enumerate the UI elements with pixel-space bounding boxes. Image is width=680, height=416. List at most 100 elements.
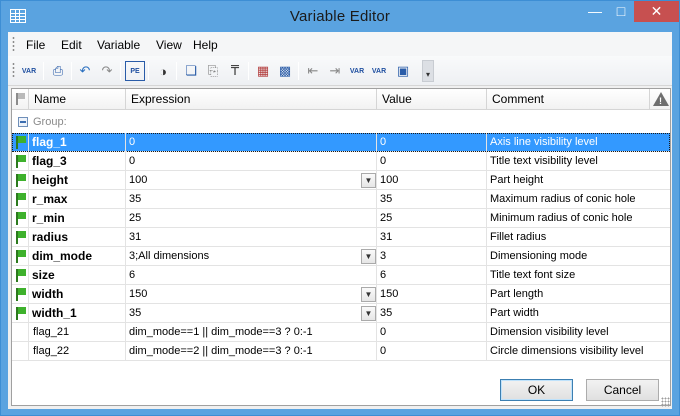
name-cell[interactable]: flag_21 [29, 323, 126, 342]
expression-cell[interactable]: dim_mode==2 || dim_mode==3 ? 0:-1 [126, 342, 377, 361]
name-cell[interactable]: height [29, 171, 126, 190]
title-bar[interactable]: Variable Editor — □ ✕ [1, 1, 679, 32]
value-cell[interactable]: 3 [377, 247, 487, 266]
menu-view[interactable]: View [156, 38, 182, 52]
group-row[interactable]: Group: [12, 111, 670, 133]
collapse-icon[interactable] [18, 117, 28, 127]
name-cell[interactable]: dim_mode [29, 247, 126, 266]
properties-icon[interactable]: PE [125, 61, 145, 81]
name-cell[interactable]: radius [29, 228, 126, 247]
comment-cell[interactable]: Dimension visibility level [487, 323, 670, 342]
row-flag-cell[interactable] [12, 266, 29, 285]
find-icon[interactable]: ◑ [153, 61, 173, 81]
table-row[interactable]: dim_mode 3;All dimensions 3 Dimensioning mo… [12, 247, 670, 266]
name-cell[interactable]: r_max [29, 190, 126, 209]
name-cell[interactable]: flag_3 [29, 152, 126, 171]
expression-cell[interactable]: 31 [126, 228, 377, 247]
row-flag-cell[interactable] [12, 323, 29, 342]
menu-help[interactable]: Help [193, 38, 218, 52]
row-flag-cell[interactable] [12, 209, 29, 228]
value-cell[interactable]: 35 [377, 304, 487, 323]
menubar-grip-icon[interactable] [12, 36, 15, 52]
header-comment[interactable]: Comment [487, 89, 650, 110]
value-cell[interactable]: 35 [377, 190, 487, 209]
cancel-button[interactable]: Cancel [586, 379, 659, 401]
name-cell[interactable]: size [29, 266, 126, 285]
move-up-icon[interactable]: ⇥ [325, 61, 345, 81]
expression-cell[interactable]: 150 [126, 285, 377, 304]
table-row[interactable]: flag_1 0 0 Axis line visibility level [12, 133, 670, 152]
paste-icon[interactable]: ⎘ [203, 61, 223, 81]
name-cell[interactable]: flag_22 [29, 342, 126, 361]
move-down-icon[interactable]: ⇤ [303, 61, 323, 81]
expression-cell[interactable]: 100 [126, 171, 377, 190]
row-flag-cell[interactable] [12, 228, 29, 247]
header-name[interactable]: Name [29, 89, 126, 110]
name-cell[interactable]: r_min [29, 209, 126, 228]
comment-cell[interactable]: Part length [487, 285, 670, 304]
expression-cell[interactable]: dim_mode==1 || dim_mode==3 ? 0:-1 [126, 323, 377, 342]
maximize-button[interactable]: □ [608, 1, 634, 22]
table-view-icon[interactable]: ▦ [253, 61, 273, 81]
comment-cell[interactable]: Title text font size [487, 266, 670, 285]
menu-edit[interactable]: Edit [61, 38, 82, 52]
menu-file[interactable]: File [26, 38, 45, 52]
undo-icon[interactable]: ↶ [75, 61, 95, 81]
row-flag-cell[interactable] [12, 171, 29, 190]
value-cell[interactable]: 100 [377, 171, 487, 190]
expression-dropdown-icon[interactable]: ▼ [361, 173, 376, 188]
resize-grip-icon[interactable] [661, 397, 671, 407]
name-cell[interactable]: width [29, 285, 126, 304]
print-icon[interactable]: ⎙ [48, 61, 68, 81]
comment-cell[interactable]: Title text visibility level [487, 152, 670, 171]
expression-dropdown-icon[interactable]: ▼ [361, 249, 376, 264]
comment-cell[interactable]: Circle dimensions visibility level [487, 342, 670, 361]
value-cell[interactable]: 0 [377, 133, 487, 152]
table-row[interactable]: size 6 6 Title text font size [12, 266, 670, 285]
ok-button[interactable]: OK [500, 379, 573, 401]
menu-variable[interactable]: Variable [97, 38, 140, 52]
table-row[interactable]: flag_3 0 0 Title text visibility level [12, 152, 670, 171]
row-flag-cell[interactable] [12, 342, 29, 361]
expression-cell[interactable]: 35 [126, 304, 377, 323]
comment-cell[interactable]: Minimum radius of conic hole [487, 209, 670, 228]
row-flag-cell[interactable] [12, 285, 29, 304]
redo-icon[interactable]: ↷ [97, 61, 117, 81]
variable-check-icon[interactable]: VAR [369, 61, 389, 81]
value-cell[interactable]: 0 [377, 323, 487, 342]
table-row[interactable]: height 100 100 Part height ▼ [12, 171, 670, 190]
table-row[interactable]: r_min 25 25 Minimum radius of conic hole [12, 209, 670, 228]
row-flag-cell[interactable] [12, 133, 29, 152]
name-cell[interactable]: flag_1 [29, 133, 126, 152]
comment-cell[interactable]: Part width [487, 304, 670, 323]
add-variable-icon[interactable]: VAR [19, 61, 39, 81]
comment-cell[interactable]: Dimensioning mode [487, 247, 670, 266]
header-flag-column[interactable] [12, 89, 29, 110]
close-button[interactable]: ✕ [634, 1, 679, 22]
table-row[interactable]: r_max 35 35 Maximum radius of conic hole [12, 190, 670, 209]
row-flag-cell[interactable] [12, 247, 29, 266]
toolbar-overflow-chevron-icon[interactable]: ▾ [422, 60, 434, 82]
expression-cell[interactable]: 6 [126, 266, 377, 285]
name-cell[interactable]: width_1 [29, 304, 126, 323]
value-cell[interactable]: 31 [377, 228, 487, 247]
table-row[interactable]: flag_22 dim_mode==2 || dim_mode==3 ? 0:-1… [12, 342, 670, 361]
table-row[interactable]: width 150 150 Part length ▼ [12, 285, 670, 304]
window-icon[interactable]: ▣ [393, 61, 413, 81]
table-row[interactable]: radius 31 31 Fillet radius [12, 228, 670, 247]
row-flag-cell[interactable] [12, 152, 29, 171]
value-cell[interactable]: 6 [377, 266, 487, 285]
value-cell[interactable]: 25 [377, 209, 487, 228]
row-flag-cell[interactable] [12, 190, 29, 209]
comment-cell[interactable]: Axis line visibility level [487, 133, 670, 152]
value-cell[interactable]: 150 [377, 285, 487, 304]
toolbar-grip-icon[interactable] [12, 62, 15, 78]
expression-dropdown-icon[interactable]: ▼ [361, 287, 376, 302]
expression-dropdown-icon[interactable]: ▼ [361, 306, 376, 321]
comment-cell[interactable]: Fillet radius [487, 228, 670, 247]
expression-cell[interactable]: 0 [126, 133, 377, 152]
clear-format-icon[interactable]: ₸ [225, 61, 245, 81]
comment-cell[interactable]: Maximum radius of conic hole [487, 190, 670, 209]
expression-cell[interactable]: 3;All dimensions [126, 247, 377, 266]
table-row[interactable]: flag_21 dim_mode==1 || dim_mode==3 ? 0:-1… [12, 323, 670, 342]
